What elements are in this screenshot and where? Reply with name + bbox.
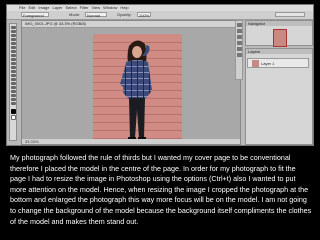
styles-panel-icon[interactable] xyxy=(236,47,242,51)
right-panels: Navigator Layers Layer 1 xyxy=(235,20,313,145)
history-brush-tool-icon[interactable] xyxy=(10,62,16,65)
mode-value: Normal xyxy=(87,13,100,18)
history-panel-icon[interactable] xyxy=(236,23,242,27)
zoom-readout: 33.33% xyxy=(25,139,39,144)
shape-tool-icon[interactable] xyxy=(10,94,16,97)
brushes-panel-icon[interactable] xyxy=(236,53,242,57)
opacity-value: 100% xyxy=(139,13,150,18)
caption-text: My photograph followed the rule of third… xyxy=(10,153,312,226)
photoshop-screenshot: File Edit Image Layer Select Filter View… xyxy=(6,4,314,146)
hand-tool-icon[interactable] xyxy=(10,98,16,101)
navigator-thumbnail[interactable] xyxy=(273,29,287,47)
pen-tool-icon[interactable] xyxy=(10,82,16,85)
layer-thumbnail xyxy=(252,60,259,67)
model-photo[interactable] xyxy=(93,34,182,143)
background-color-swatch[interactable] xyxy=(10,115,16,120)
type-tool-icon[interactable] xyxy=(10,86,16,89)
crop-tool-icon[interactable] xyxy=(10,42,16,45)
color-panel-icon[interactable] xyxy=(236,35,242,39)
options-bar: Foreground Mode: Normal Opacity: 100% xyxy=(7,11,313,20)
document-tab[interactable]: IMG_0001.JPG @ 33.3% (RGB/8) xyxy=(22,21,240,28)
document-window: IMG_0001.JPG @ 33.3% (RGB/8) 33.33% xyxy=(21,20,241,145)
fill-source-value: Foreground xyxy=(23,13,44,18)
model-figure xyxy=(120,40,152,140)
dodge-tool-icon[interactable] xyxy=(10,78,16,81)
healing-brush-tool-icon[interactable] xyxy=(10,50,16,53)
magic-wand-tool-icon[interactable] xyxy=(10,38,16,41)
gradient-tool-icon[interactable] xyxy=(10,70,16,73)
marquee-tool-icon[interactable] xyxy=(10,30,16,33)
layer-row[interactable]: Layer 1 xyxy=(247,58,309,68)
eraser-tool-icon[interactable] xyxy=(10,66,16,69)
panel-icon-strip xyxy=(235,20,243,80)
actions-panel-icon[interactable] xyxy=(236,29,242,33)
eyedropper-tool-icon[interactable] xyxy=(10,46,16,49)
brush-tool-icon[interactable] xyxy=(10,54,16,57)
mode-select[interactable]: Normal xyxy=(85,12,107,18)
swatches-panel-icon[interactable] xyxy=(236,41,242,45)
lasso-tool-icon[interactable] xyxy=(10,34,16,37)
fill-source-select[interactable]: Foreground xyxy=(21,12,49,18)
navigator-panel-title[interactable]: Navigator xyxy=(246,21,312,26)
clone-stamp-tool-icon[interactable] xyxy=(10,58,16,61)
opacity-field[interactable]: 100% xyxy=(137,12,151,18)
opacity-label: Opacity: xyxy=(117,12,132,17)
path-selection-tool-icon[interactable] xyxy=(10,90,16,93)
move-tool-icon[interactable] xyxy=(10,26,16,29)
zoom-tool-icon[interactable] xyxy=(10,102,16,105)
status-bar: 33.33% xyxy=(22,139,240,144)
layers-panel-title[interactable]: Layers xyxy=(246,49,312,54)
mode-label: Mode: xyxy=(69,12,81,17)
layer-name: Layer 1 xyxy=(261,61,275,66)
tools-panel xyxy=(9,23,17,141)
slide: File Edit Image Layer Select Filter View… xyxy=(0,0,320,240)
foreground-color-swatch[interactable] xyxy=(10,109,16,114)
blur-tool-icon[interactable] xyxy=(10,74,16,77)
workspace-button[interactable] xyxy=(275,12,305,17)
